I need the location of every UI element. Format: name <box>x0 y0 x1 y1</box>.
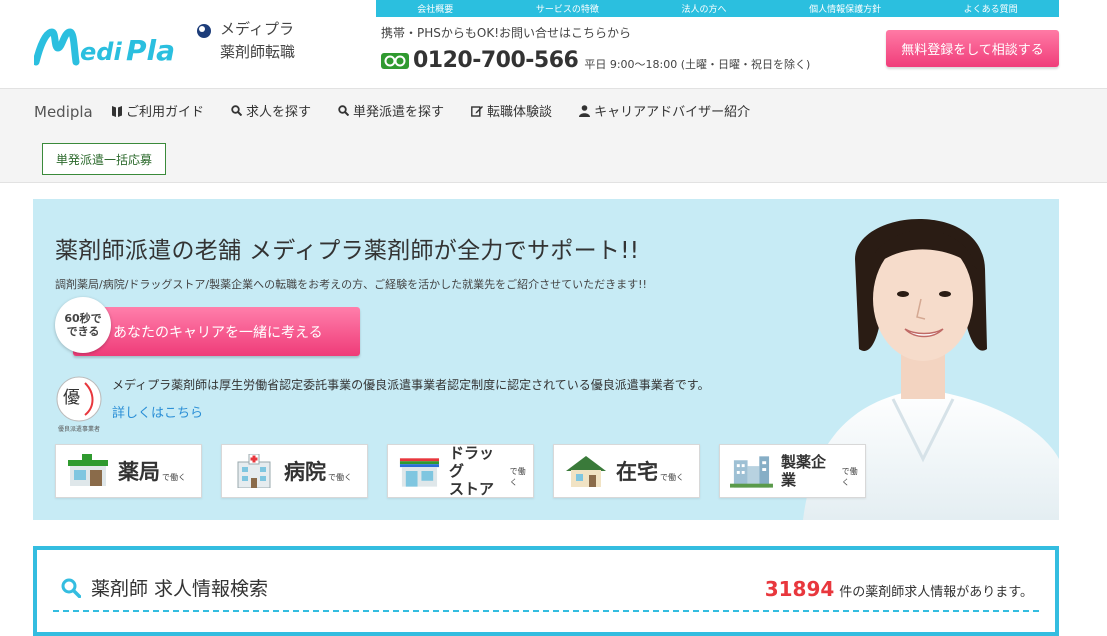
pharmacy-icon <box>68 454 108 486</box>
category-home-care[interactable]: 在宅 で働く <box>553 444 700 498</box>
hero-subtitle: 調剤薬局/病院/ドラッグストア/製薬企業への転職をお考えの方、ご経験を活かした就… <box>55 278 647 291</box>
category-label: ドラッグ ストア <box>449 444 508 498</box>
badge-line2: できる <box>66 325 100 338</box>
nav-item-label: キャリアアドバイザー紹介 <box>594 105 751 120</box>
contact-note: 携帯・PHSからもOK!お問い合せはこちらから <box>381 26 632 40</box>
career-consult-button[interactable]: あなたのキャリアを一緒に考える <box>73 307 360 356</box>
certification-details-link[interactable]: 詳しくはこちら <box>112 402 203 421</box>
category-pharmacy[interactable]: 薬局 で働く <box>55 444 202 498</box>
category-suffix: で働く <box>841 467 858 487</box>
brand-name: メディプラ 薬剤師転職 <box>220 18 295 64</box>
phone-number[interactable]: 0120-700-566 <box>413 48 579 73</box>
nav-item-advisors[interactable]: キャリアアドバイザー紹介 <box>579 101 750 120</box>
book-icon <box>112 105 122 117</box>
job-count-text: 件の薬剤師求人情報があります。 <box>839 585 1033 600</box>
topnav-company[interactable]: 会社概要 <box>417 2 453 15</box>
register-button[interactable]: 無料登録をして相談する <box>886 30 1059 67</box>
certified-dispatcher-logo: 優 優良派遣事業者 <box>56 376 102 433</box>
phone-row: 0120-700-566 平日 9:00～18:00 (土曜・日曜・祝日を除く) <box>381 48 810 73</box>
category-suffix: で働く <box>509 467 526 487</box>
brand-name-line2: 薬剤師転職 <box>220 43 296 61</box>
top-nav: 会社概要 サービスの特徴 法人の方へ 個人情報保護方針 よくある質問 <box>376 0 1059 17</box>
nav-item-label: ご利用ガイド <box>126 105 205 120</box>
topnav-corporate[interactable]: 法人の方へ <box>681 2 726 15</box>
nav-item-label: 求人を探す <box>246 105 312 120</box>
search-title: 薬剤師 求人情報検索 <box>91 578 269 600</box>
category-label-line1: ドラッグ <box>448 444 494 480</box>
site-header: edi Pla メディプラ 薬剤師転職 会社概要 サービスの特徴 法人の方へ 個… <box>0 0 1107 88</box>
hospital-icon <box>237 454 271 488</box>
category-suffix: で働く <box>660 472 684 482</box>
bulk-apply-button[interactable]: 単発派遣一括応募 <box>42 143 166 175</box>
category-suffix: で働く <box>162 472 186 482</box>
job-search-panel: 薬剤師 求人情報検索 31894 件の薬剤師求人情報があります。 <box>33 546 1059 636</box>
category-suffix: で働く <box>328 472 352 482</box>
category-pharma-company[interactable]: 製薬企業 で働く <box>719 444 866 498</box>
freedial-icon <box>381 52 409 69</box>
search-icon <box>338 105 350 116</box>
nav-item-stories[interactable]: 転職体験談 <box>471 101 552 120</box>
main-nav: Medipla ご利用ガイド 求人を探す 単発派遣を探す 転職体験談 キャリアア… <box>0 88 1107 183</box>
search-icon <box>231 105 243 116</box>
category-label: 薬局 <box>118 460 160 484</box>
category-hospital[interactable]: 病院 で働く <box>221 444 368 498</box>
job-count-number: 31894 <box>764 577 835 601</box>
cert-logo-caption: 優良派遣事業者 <box>58 425 100 433</box>
certification-text: メディプラ薬剤師は厚生労働省認定委託事業の優良派遣事業者認定制度に認定されている… <box>112 378 710 392</box>
category-label: 病院 <box>284 460 326 484</box>
svg-text:edi: edi <box>80 38 122 66</box>
category-label: 製薬企業 <box>780 453 826 489</box>
topnav-features[interactable]: サービスの特徴 <box>536 2 599 15</box>
medipla-logo[interactable]: edi Pla <box>34 18 214 68</box>
factory-icon <box>730 456 773 488</box>
brand-name-line1: メディプラ <box>220 20 294 38</box>
edit-icon <box>471 105 484 117</box>
nav-item-search-temp[interactable]: 単発派遣を探す <box>338 101 444 120</box>
sixty-seconds-badge: 60秒で できる <box>55 297 111 353</box>
nav-items: ご利用ガイド 求人を探す 単発派遣を探す 転職体験談 キャリアアドバイザー紹介 <box>112 101 777 120</box>
hero-title: 薬剤師派遣の老舗 メディプラ薬剤師が全力でサポート!! <box>55 238 640 264</box>
nav-item-label: 転職体験談 <box>487 105 553 120</box>
drugstore-icon <box>399 458 440 487</box>
category-drugstore[interactable]: ドラッグ ストア で働く <box>387 444 534 498</box>
svg-text:Pla: Pla <box>126 34 175 67</box>
phone-hours: 平日 9:00～18:00 (土曜・日曜・祝日を除く) <box>584 57 811 71</box>
nav-item-guide[interactable]: ご利用ガイド <box>112 101 204 120</box>
cert-logo-char: 優 <box>63 388 80 408</box>
nav-item-label: 単発派遣を探す <box>353 105 445 120</box>
nav-item-search-jobs[interactable]: 求人を探す <box>231 101 311 120</box>
topnav-privacy[interactable]: 個人情報保護方針 <box>809 2 881 15</box>
nav-brand[interactable]: Medipla <box>34 103 93 121</box>
person-icon <box>579 104 591 117</box>
search-icon <box>61 578 81 598</box>
job-count: 31894 件の薬剤師求人情報があります。 <box>765 577 1033 601</box>
search-header: 薬剤師 求人情報検索 <box>61 574 268 601</box>
home-icon <box>566 456 606 487</box>
divider <box>53 610 1039 612</box>
hero-banner: 薬剤師派遣の老舗 メディプラ薬剤師が全力でサポート!! 調剤薬局/病院/ドラッグ… <box>33 199 1059 520</box>
category-label: 在宅 <box>616 460 658 484</box>
category-label-line2: ストア <box>448 480 494 498</box>
workplace-categories: 薬局 で働く 病院 で働く ドラッグ ストア で働く 在宅 で働く 製薬企業 で… <box>55 444 866 498</box>
topnav-faq[interactable]: よくある質問 <box>964 2 1018 15</box>
badge-line1: 60秒で <box>64 312 102 325</box>
